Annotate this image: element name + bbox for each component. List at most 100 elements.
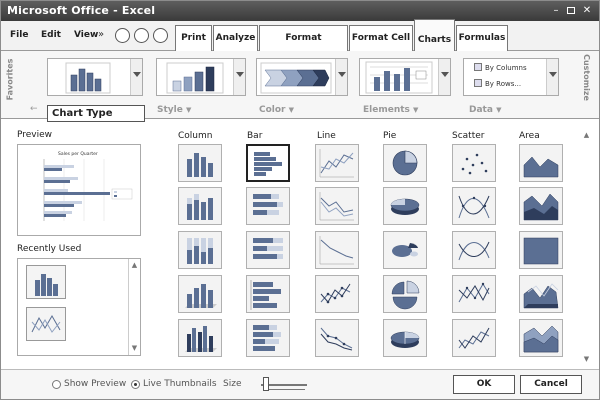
scatter-markers-thumbnail[interactable]	[452, 144, 496, 182]
recent-column-icon	[35, 274, 58, 296]
quick-action-button-1[interactable]	[115, 28, 130, 43]
color-group-label[interactable]: Color ▼	[259, 105, 294, 115]
menu-file[interactable]: File	[10, 30, 28, 40]
preview-chart-title: Sales per Quarter	[58, 151, 98, 157]
ribbon-left-arrow-icon[interactable]: ←	[30, 104, 38, 114]
area-3d-thumbnail[interactable]	[519, 275, 563, 313]
by-rows-option[interactable]: By Rows...	[474, 79, 521, 91]
tab-print[interactable]: Print	[175, 25, 212, 51]
recent-line-chart[interactable]	[26, 307, 66, 341]
tab-format-cell[interactable]: Format Cell	[349, 25, 413, 51]
scroll-up-icon[interactable]: ▲	[130, 261, 139, 270]
column-3d-clustered-thumbnail[interactable]	[178, 319, 222, 357]
pie-basic-thumbnail[interactable]	[383, 144, 427, 182]
line-markers-thumbnail[interactable]	[315, 275, 359, 313]
column-header-bar: Bar	[247, 131, 263, 141]
chart-gallery-panel: Preview Sales per Quarter Recently Used …	[1, 119, 599, 369]
recent-scrollbar[interactable]: ▲ ▼	[128, 259, 140, 355]
style-gallery[interactable]	[156, 58, 246, 96]
recent-column-chart[interactable]	[26, 265, 66, 299]
color-dropdown-icon[interactable]	[335, 59, 347, 95]
view-expand-icon[interactable]: »	[98, 29, 104, 40]
elements-gallery[interactable]	[359, 58, 451, 96]
excel-window: Microsoft Office - Excel – ✕ File Edit V…	[0, 0, 600, 400]
by-columns-icon	[474, 63, 482, 71]
column-clustered-thumbnail[interactable]	[178, 144, 222, 182]
area-stacked-thumbnail[interactable]	[519, 187, 563, 225]
favorites-label[interactable]: Favorites	[5, 59, 14, 101]
bar-3d-thumbnail[interactable]	[246, 275, 290, 313]
data-group-label[interactable]: Data ▼	[469, 105, 501, 115]
bar-100-stacked-thumbnail[interactable]	[246, 231, 290, 269]
bar-3d-stacked-thumbnail[interactable]	[246, 319, 290, 357]
line-stacked-markers-thumbnail[interactable]	[315, 319, 359, 357]
line-simple-thumbnail[interactable]	[315, 231, 359, 269]
data-dropdown-icon[interactable]	[546, 59, 558, 95]
close-icon[interactable]: ✕	[581, 5, 593, 16]
pie-3d-thumbnail[interactable]	[383, 187, 427, 225]
scatter-smooth-lines-thumbnail[interactable]	[452, 231, 496, 269]
pie-exploded-thumbnail[interactable]	[383, 231, 427, 269]
quick-action-button-3[interactable]	[153, 28, 168, 43]
chart-type-dropdown-icon[interactable]	[130, 59, 142, 95]
show-preview-label[interactable]: Show Preview	[64, 379, 126, 389]
chart-type-label[interactable]: Chart Type	[47, 105, 145, 122]
column-chart-thumbnail	[65, 62, 111, 94]
line-basic-thumbnail[interactable]	[315, 144, 359, 182]
data-gallery[interactable]: By Columns By Rows...	[463, 58, 559, 96]
recently-used-label: Recently Used	[17, 244, 82, 254]
style-group-label[interactable]: Style ▼	[157, 105, 191, 115]
elements-thumbnail	[365, 61, 433, 94]
gallery-scroll-up-icon[interactable]: ▲	[582, 131, 591, 140]
tab-charts[interactable]: Charts	[414, 19, 455, 52]
gallery-scrollbar[interactable]: ▲ ▼	[581, 129, 595, 369]
pie-exploded-2d-thumbnail[interactable]	[383, 275, 427, 313]
color-gallery[interactable]	[256, 58, 348, 96]
bar-stacked-thumbnail[interactable]	[246, 187, 290, 225]
style-thumbnail	[166, 62, 224, 94]
column-header-scatter: Scatter	[452, 131, 485, 141]
elements-dropdown-icon[interactable]	[438, 59, 450, 95]
customize-label[interactable]: Customize	[582, 54, 591, 101]
recent-line-icon	[31, 315, 61, 333]
size-slider-handle[interactable]	[263, 377, 269, 391]
preview-bar-chart: Sales per Quarter	[43, 151, 133, 221]
scatter-smooth-thumbnail[interactable]	[452, 187, 496, 225]
cancel-button[interactable]: Cancel	[520, 375, 582, 394]
area-3d-stacked-thumbnail[interactable]	[519, 319, 563, 357]
style-dropdown-icon[interactable]	[233, 59, 245, 95]
column-header-column: Column	[178, 131, 213, 141]
menu-bar: File Edit View » Print Analyze Format Wo…	[1, 19, 599, 67]
chart-type-gallery[interactable]	[47, 58, 143, 96]
elements-group-label[interactable]: Elements ▼	[363, 105, 418, 115]
quick-action-button-2[interactable]	[134, 28, 149, 43]
by-columns-label: By Columns	[485, 64, 527, 72]
scatter-straight-lines-thumbnail[interactable]	[452, 275, 496, 313]
scatter-lines-only-thumbnail[interactable]	[452, 319, 496, 357]
window-title: Microsoft Office - Excel	[7, 4, 156, 17]
title-bar: Microsoft Office - Excel – ✕	[1, 1, 599, 21]
live-thumbnails-label[interactable]: Live Thumbnails	[143, 379, 217, 389]
pie-3d-exploded-thumbnail[interactable]	[383, 319, 427, 357]
live-thumbnails-radio[interactable]	[131, 380, 140, 389]
tab-format-workbook[interactable]: Format Workbook	[259, 25, 348, 67]
bar-clustered-thumbnail[interactable]	[246, 144, 290, 182]
show-preview-radio[interactable]	[52, 380, 61, 389]
minimize-icon[interactable]: –	[550, 5, 562, 16]
area-100-stacked-thumbnail[interactable]	[519, 231, 563, 269]
tab-analyze[interactable]: Analyze	[213, 25, 258, 51]
menu-edit[interactable]: Edit	[41, 30, 61, 40]
maximize-icon[interactable]	[565, 5, 577, 16]
column-3d-thumbnail[interactable]	[178, 275, 222, 313]
by-columns-option[interactable]: By Columns	[474, 63, 527, 75]
column-100-stacked-thumbnail[interactable]	[178, 231, 222, 269]
dialog-footer: Show Preview Live Thumbnails Size OK Can…	[1, 369, 599, 399]
menu-view[interactable]: View	[74, 30, 98, 40]
line-stacked-thumbnail[interactable]	[315, 187, 359, 225]
tab-formulas[interactable]: Formulas	[456, 25, 508, 51]
gallery-scroll-down-icon[interactable]: ▼	[582, 355, 591, 364]
ok-button[interactable]: OK	[453, 375, 515, 394]
area-basic-thumbnail[interactable]	[519, 144, 563, 182]
column-stacked-thumbnail[interactable]	[178, 187, 222, 225]
scroll-down-icon[interactable]: ▼	[130, 344, 139, 353]
